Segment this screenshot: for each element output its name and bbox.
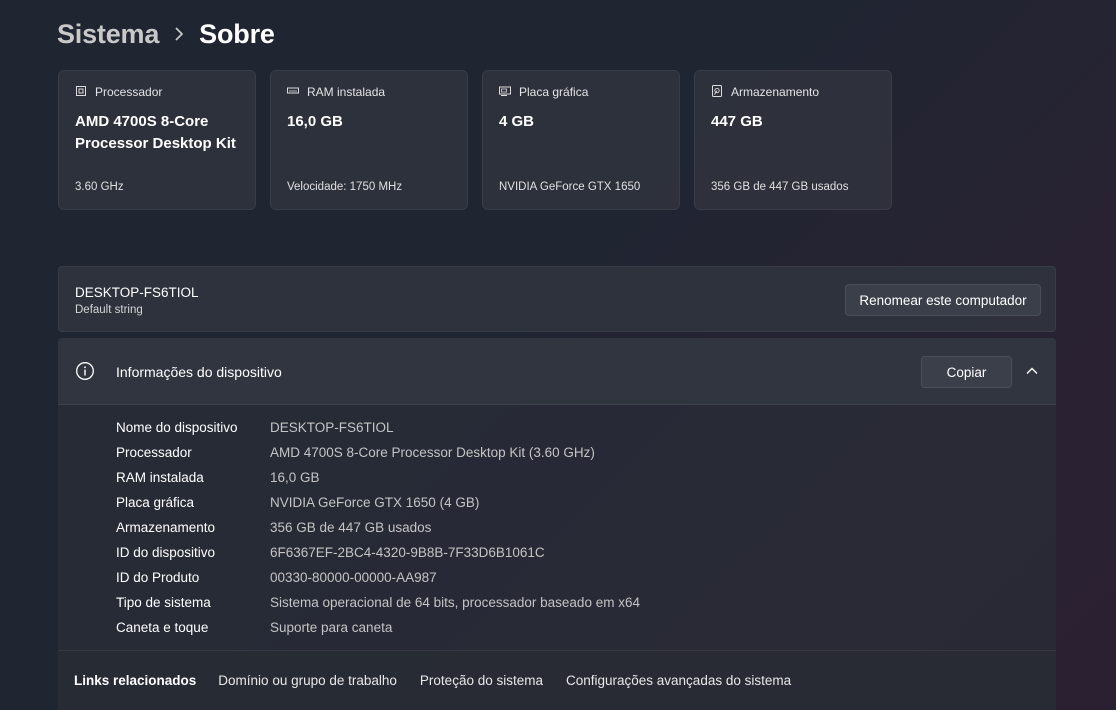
- device-spec-list: Nome do dispositivo DESKTOP-FS6TIOL Proc…: [116, 415, 640, 640]
- spec-value: NVIDIA GeForce GTX 1650 (4 GB): [270, 495, 480, 510]
- card-label: Armazenamento: [731, 85, 820, 99]
- spec-value: 6F6367EF-2BC4-4320-9B8B-7F33D6B1061C: [270, 545, 545, 560]
- breadcrumb-parent-sistema[interactable]: Sistema: [57, 19, 159, 50]
- spec-row-processor: Processador AMD 4700S 8-Core Processor D…: [116, 440, 640, 465]
- device-info-panel: Informações do dispositivo Copiar Nome d…: [58, 338, 1056, 710]
- card-footer: 356 GB de 447 GB usados: [711, 181, 849, 193]
- spec-label: Placa gráfica: [116, 495, 195, 510]
- gpu-icon: [499, 85, 511, 100]
- storage-icon: [711, 84, 723, 100]
- spec-label: Processador: [116, 445, 192, 460]
- card-value: 4 GB: [499, 113, 535, 130]
- computer-name-panel: DESKTOP-FS6TIOL Default string Renomear …: [58, 266, 1056, 332]
- link-system-protection[interactable]: Proteção do sistema: [420, 673, 543, 688]
- computer-name: DESKTOP-FS6TIOL: [75, 285, 199, 300]
- card-footer: Velocidade: 1750 MHz: [287, 181, 403, 193]
- card-label: RAM instalada: [307, 85, 386, 99]
- spec-row-system-type: Tipo de sistema Sistema operacional de 6…: [116, 590, 640, 615]
- card-value: AMD 4700S 8-Core Processor Desktop Kit: [75, 113, 236, 152]
- card-footer: NVIDIA GeForce GTX 1650: [499, 181, 641, 193]
- link-advanced-system-settings[interactable]: Configurações avançadas do sistema: [566, 673, 791, 688]
- computer-model: Default string: [75, 304, 143, 316]
- breadcrumb: Sistema Sobre: [57, 16, 275, 52]
- card-label: Processador: [95, 85, 163, 99]
- spec-row-device-name: Nome do dispositivo DESKTOP-FS6TIOL: [116, 415, 640, 440]
- chevron-right-icon: [159, 27, 199, 41]
- chevron-up-icon[interactable]: [1024, 363, 1040, 379]
- card-ram: RAM instalada 16,0 GB Velocidade: 1750 M…: [270, 70, 468, 210]
- spec-label: Armazenamento: [116, 520, 216, 535]
- spec-row-gpu: Placa gráfica NVIDIA GeForce GTX 1650 (4…: [116, 490, 640, 515]
- spec-row-storage: Armazenamento 356 GB de 447 GB usados: [116, 515, 640, 540]
- card-storage: Armazenamento 447 GB 356 GB de 447 GB us…: [694, 70, 892, 210]
- spec-row-product-id: ID do Produto 00330-80000-00000-AA987: [116, 565, 640, 590]
- copy-button[interactable]: Copiar: [921, 356, 1012, 388]
- related-links-bar: Links relacionados Domínio ou grupo de t…: [58, 650, 1056, 710]
- spec-label: ID do dispositivo: [116, 545, 216, 560]
- spec-value: Suporte para caneta: [270, 620, 393, 635]
- spec-row-ram: RAM instalada 16,0 GB: [116, 465, 640, 490]
- spec-row-device-id: ID do dispositivo 6F6367EF-2BC4-4320-9B8…: [116, 540, 640, 565]
- spec-label: Nome do dispositivo: [116, 420, 238, 435]
- rename-computer-button[interactable]: Renomear este computador: [845, 284, 1041, 316]
- link-domain-workgroup[interactable]: Domínio ou grupo de trabalho: [218, 673, 397, 688]
- device-info-header[interactable]: Informações do dispositivo Copiar: [58, 338, 1056, 405]
- info-icon: [75, 361, 95, 381]
- spec-value: Sistema operacional de 64 bits, processa…: [270, 595, 640, 610]
- card-gpu: Placa gráfica 4 GB NVIDIA GeForce GTX 16…: [482, 70, 680, 210]
- spec-value: 00330-80000-00000-AA987: [270, 570, 437, 585]
- spec-value: 356 GB de 447 GB usados: [270, 520, 432, 535]
- page-title: Sobre: [199, 18, 275, 49]
- related-links-label: Links relacionados: [74, 673, 197, 688]
- processor-icon: [75, 85, 87, 100]
- spec-value: 16,0 GB: [270, 470, 320, 485]
- spec-row-pen-touch: Caneta e toque Suporte para caneta: [116, 615, 640, 640]
- spec-label: Tipo de sistema: [116, 595, 211, 610]
- card-processor: Processador AMD 4700S 8-Core Processor D…: [58, 70, 256, 210]
- card-value: 16,0 GB: [287, 113, 343, 130]
- card-footer: 3.60 GHz: [75, 181, 124, 193]
- card-label: Placa gráfica: [519, 85, 589, 99]
- spec-label: Caneta e toque: [116, 620, 209, 635]
- spec-cards: Processador AMD 4700S 8-Core Processor D…: [58, 70, 892, 210]
- spec-label: RAM instalada: [116, 470, 204, 485]
- spec-value: DESKTOP-FS6TIOL: [270, 420, 394, 435]
- spec-label: ID do Produto: [116, 570, 200, 585]
- card-value: 447 GB: [711, 113, 763, 130]
- device-info-title: Informações do dispositivo: [116, 364, 282, 380]
- spec-value: AMD 4700S 8-Core Processor Desktop Kit (…: [270, 445, 595, 460]
- ram-icon: [287, 85, 299, 100]
